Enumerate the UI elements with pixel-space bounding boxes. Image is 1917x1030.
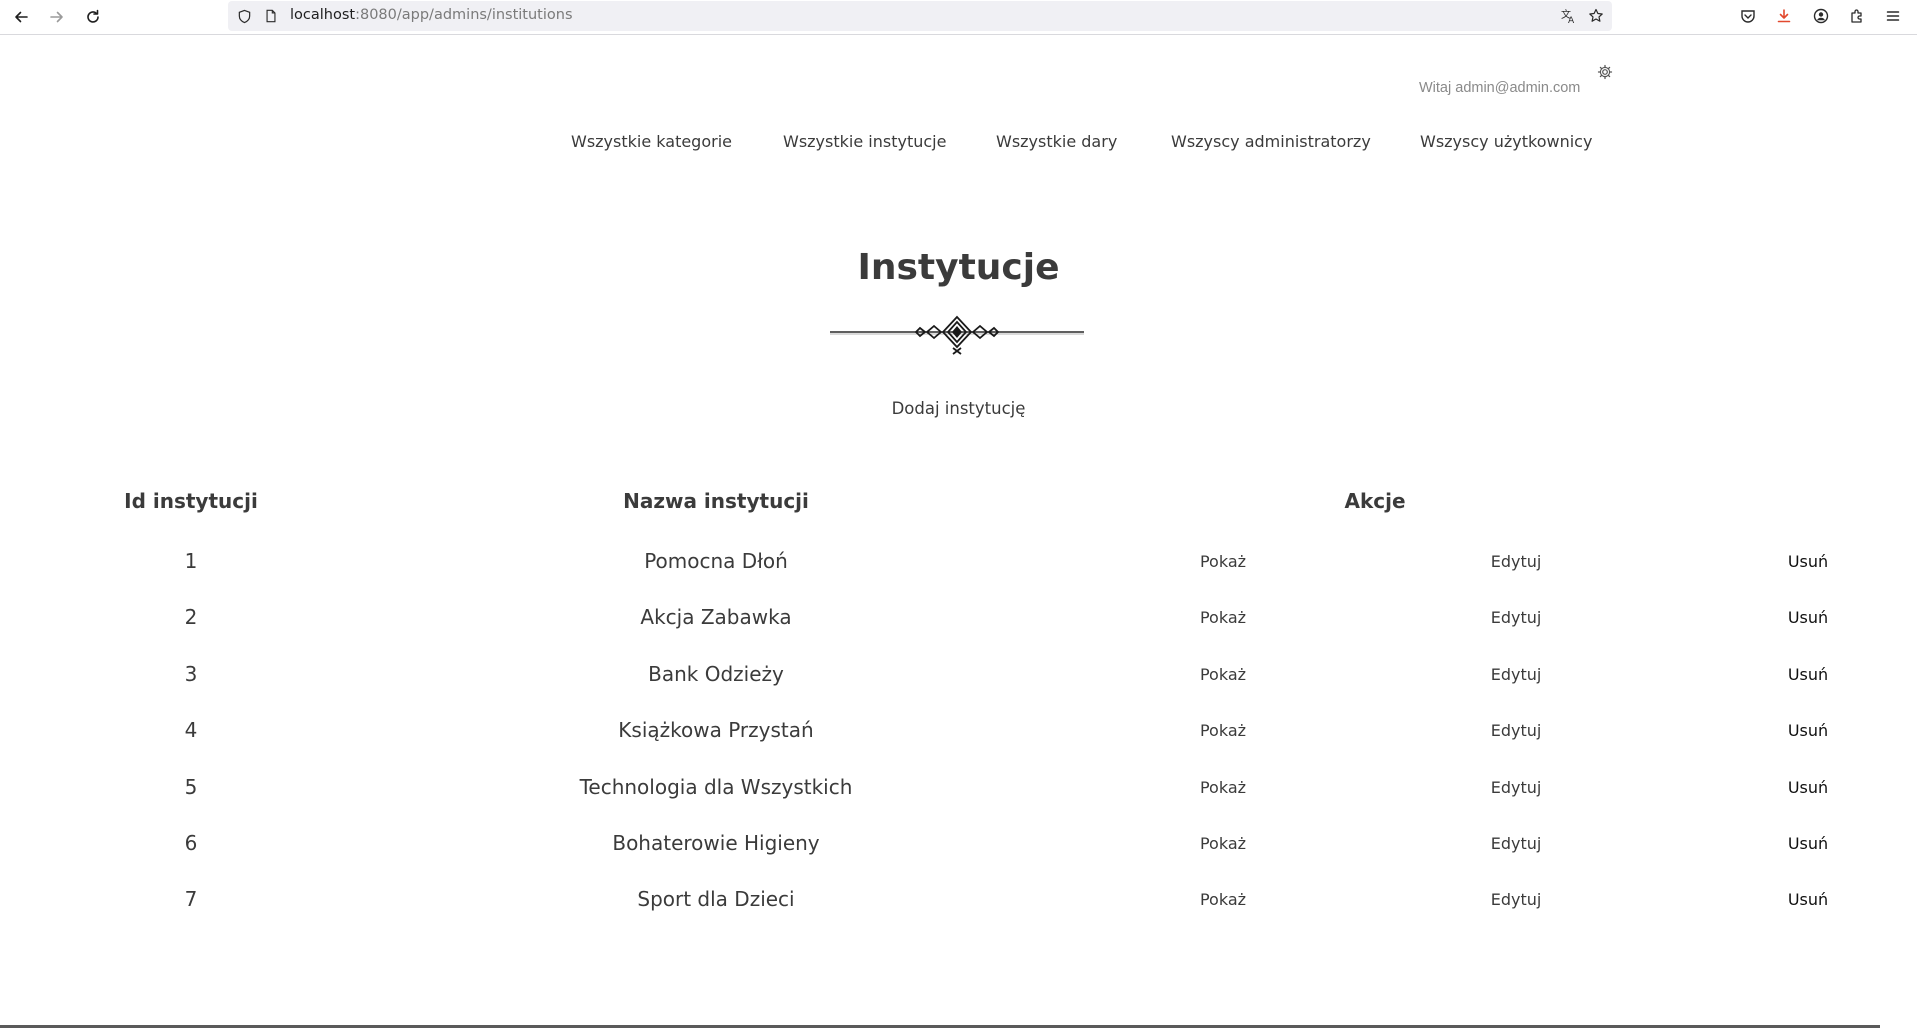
- delete-link[interactable]: Usuń: [1788, 721, 1828, 740]
- institution-id: 2: [184, 605, 198, 629]
- edit-link[interactable]: Edytuj: [1491, 608, 1542, 627]
- pocket-icon[interactable]: [1738, 6, 1758, 26]
- edit-link[interactable]: Edytuj: [1491, 890, 1542, 909]
- column-header-actions: Akcje: [1344, 489, 1406, 513]
- forward-icon[interactable]: [44, 4, 70, 30]
- delete-link[interactable]: Usuń: [1788, 834, 1828, 853]
- main-nav: Wszystkie kategorie Wszystkie instytucje…: [0, 132, 1917, 156]
- institution-name: Technologia dla Wszystkich: [579, 775, 853, 799]
- shield-icon[interactable]: [236, 8, 252, 24]
- show-link[interactable]: Pokaż: [1200, 834, 1246, 853]
- table-row: 5 Technologia dla Wszystkich Pokaż Edytu…: [0, 775, 1917, 815]
- nav-item-users[interactable]: Wszyscy użytkownicy: [1420, 132, 1592, 151]
- table-row: 7 Sport dla Dzieci Pokaż Edytuj Usuń: [0, 887, 1917, 927]
- table-row: 6 Bohaterowie Higieny Pokaż Edytuj Usuń: [0, 831, 1917, 871]
- show-link[interactable]: Pokaż: [1200, 778, 1246, 797]
- translate-icon[interactable]: 文A: [1561, 8, 1577, 24]
- institution-name: Sport dla Dzieci: [637, 887, 795, 911]
- bookmark-star-icon[interactable]: [1588, 8, 1604, 24]
- delete-link[interactable]: Usuń: [1788, 890, 1828, 909]
- delete-link[interactable]: Usuń: [1788, 552, 1828, 571]
- extensions-icon[interactable]: [1847, 6, 1867, 26]
- institution-id: 3: [184, 662, 198, 686]
- page-title: Instytucje: [857, 247, 1060, 288]
- reload-icon[interactable]: [80, 4, 106, 30]
- show-link[interactable]: Pokaż: [1200, 890, 1246, 909]
- delete-link[interactable]: Usuń: [1788, 608, 1828, 627]
- gear-icon[interactable]: [1597, 64, 1613, 80]
- column-header-name: Nazwa instytucji: [623, 489, 809, 513]
- url-bar[interactable]: localhost:8080/app/admins/institutions 文…: [228, 1, 1612, 31]
- back-icon[interactable]: [8, 4, 34, 30]
- user-greeting: Witaj admin@admin.com: [1419, 80, 1581, 96]
- table-row: 4 Książkowa Przystań Pokaż Edytuj Usuń: [0, 718, 1917, 758]
- account-icon[interactable]: [1811, 6, 1831, 26]
- delete-link[interactable]: Usuń: [1788, 665, 1828, 684]
- institution-name: Bank Odzieży: [648, 662, 784, 686]
- url-text[interactable]: localhost:8080/app/admins/institutions: [290, 7, 573, 23]
- edit-link[interactable]: Edytuj: [1491, 778, 1542, 797]
- institution-name: Bohaterowie Higieny: [612, 831, 820, 855]
- add-institution-link[interactable]: Dodaj instytucję: [0, 399, 1917, 418]
- nav-item-institutions[interactable]: Wszystkie instytucje: [783, 132, 946, 151]
- show-link[interactable]: Pokaż: [1200, 665, 1246, 684]
- ornament-divider: [830, 313, 1084, 355]
- delete-link[interactable]: Usuń: [1788, 778, 1828, 797]
- institution-id: 6: [184, 831, 198, 855]
- show-link[interactable]: Pokaż: [1200, 608, 1246, 627]
- institution-name: Książkowa Przystań: [618, 718, 814, 742]
- show-link[interactable]: Pokaż: [1200, 552, 1246, 571]
- institution-id: 5: [184, 775, 198, 799]
- table-row: 1 Pomocna Dłoń Pokaż Edytuj Usuń: [0, 549, 1917, 589]
- table-row: 3 Bank Odzieży Pokaż Edytuj Usuń: [0, 662, 1917, 702]
- edit-link[interactable]: Edytuj: [1491, 834, 1542, 853]
- svg-text:A: A: [1568, 16, 1575, 24]
- nav-item-admins[interactable]: Wszyscy administratorzy: [1171, 132, 1371, 151]
- footer-divider: [0, 1025, 1880, 1028]
- institution-name: Akcja Zabawka: [640, 605, 792, 629]
- nav-item-donations[interactable]: Wszystkie dary: [996, 132, 1117, 151]
- browser-toolbar: localhost:8080/app/admins/institutions 文…: [0, 0, 1917, 35]
- edit-link[interactable]: Edytuj: [1491, 552, 1542, 571]
- institution-id: 4: [184, 718, 198, 742]
- column-header-id: Id instytucji: [124, 489, 258, 513]
- page-icon: [263, 8, 279, 24]
- download-icon[interactable]: [1774, 6, 1794, 26]
- table-row: 2 Akcja Zabawka Pokaż Edytuj Usuń: [0, 605, 1917, 645]
- url-path: :8080/app/admins/institutions: [355, 7, 573, 23]
- edit-link[interactable]: Edytuj: [1491, 665, 1542, 684]
- show-link[interactable]: Pokaż: [1200, 721, 1246, 740]
- menu-icon[interactable]: [1883, 6, 1903, 26]
- institution-id: 7: [184, 887, 198, 911]
- institution-name: Pomocna Dłoń: [644, 549, 788, 573]
- url-host: localhost: [290, 7, 356, 23]
- edit-link[interactable]: Edytuj: [1491, 721, 1542, 740]
- institution-id: 1: [184, 549, 198, 573]
- nav-item-categories[interactable]: Wszystkie kategorie: [571, 132, 732, 151]
